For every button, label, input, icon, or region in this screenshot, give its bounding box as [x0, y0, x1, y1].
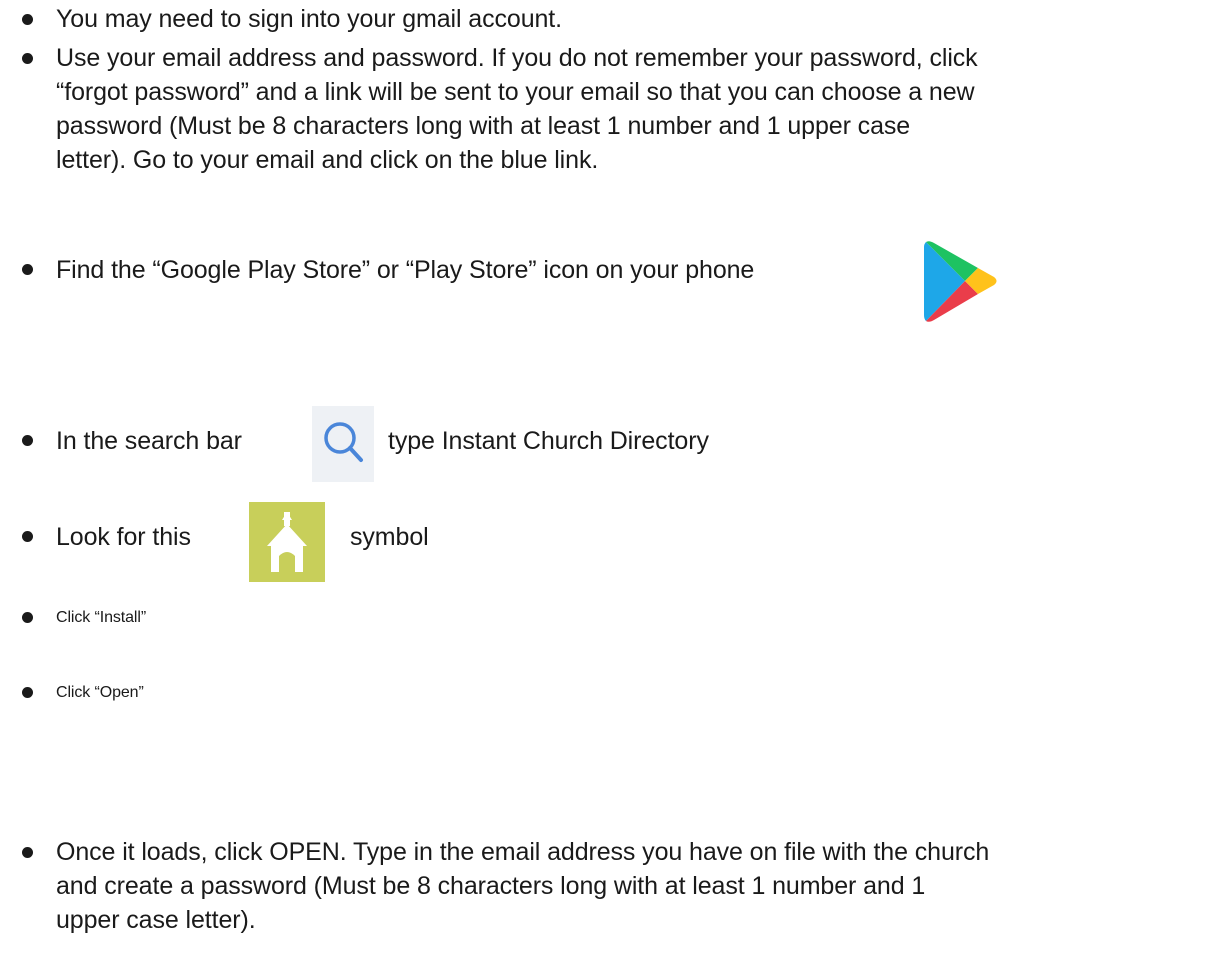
step-1-text: You may need to sign into your gmail acc… [56, 5, 562, 33]
instruction-step-3: Find the “Google Play Store” or “Play St… [0, 241, 1215, 330]
step-3-text: Find the “Google Play Store” or “Play St… [56, 256, 755, 284]
step-8-line-2: and create a password (Must be 8 charact… [56, 872, 926, 900]
instruction-step-8: Once it loads, click OPEN. Type in the e… [0, 835, 1215, 950]
bullet [22, 435, 33, 446]
bullet [22, 612, 33, 623]
step-5-text-after: symbol [350, 523, 429, 551]
step-4-text-before: In the search bar [56, 427, 242, 455]
instruction-step-6: Click “Install” [0, 595, 1215, 635]
bullet [22, 531, 33, 542]
step-2-line-3: password (Must be 8 characters long with… [56, 112, 911, 140]
bullet [22, 264, 33, 275]
step-2-line-2: “forgot password” and a link will be sen… [56, 78, 975, 106]
instruction-step-2: Use your email address and password. If … [0, 40, 1215, 190]
instruction-step-5: Look for this symbol [0, 502, 1215, 585]
step-5-text-before: Look for this [56, 523, 191, 551]
step-2-line-4: letter). Go to your email and click on t… [56, 146, 599, 174]
magnifier-search-icon [312, 406, 374, 482]
step-2-line-1: Use your email address and password. If … [56, 44, 978, 72]
bullet [22, 847, 33, 858]
step-6-text: Click “Install” [56, 609, 147, 626]
step-4-text-after: type Instant Church Directory [388, 427, 709, 455]
google-play-store-icon [924, 239, 1000, 324]
step-8-line-3: upper case letter). [56, 906, 256, 934]
instruction-step-7: Click “Open” [0, 670, 1215, 710]
step-8-line-1: Once it loads, click OPEN. Type in the e… [56, 838, 990, 866]
bullet [22, 687, 33, 698]
instruction-step-4: In the search bar type Instant Church Di… [0, 406, 1215, 482]
bullet [22, 53, 33, 64]
bullet [22, 14, 33, 25]
step-7-text: Click “Open” [56, 684, 144, 701]
instruction-step-1: You may need to sign into your gmail acc… [0, 0, 1215, 40]
church-directory-app-icon [249, 502, 325, 582]
